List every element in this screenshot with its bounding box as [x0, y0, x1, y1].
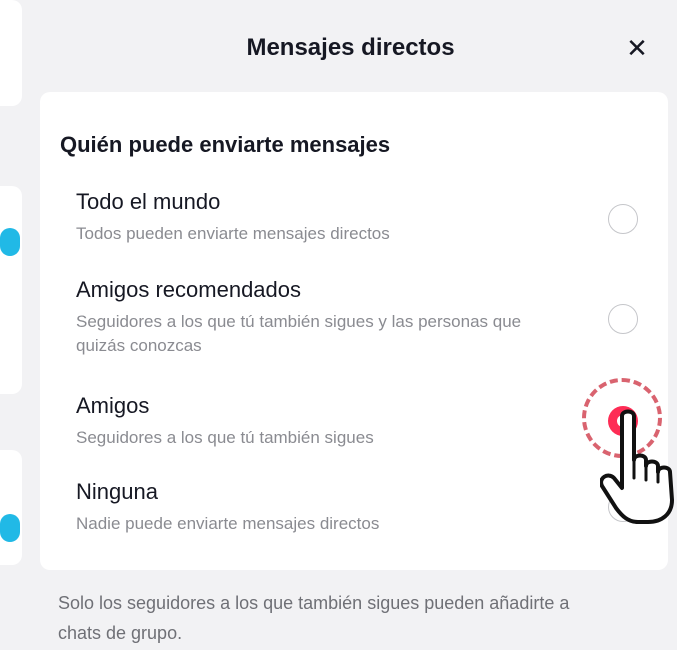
- background-card-3: [0, 450, 22, 565]
- option-friends[interactable]: Amigos Seguidores a los que tú también s…: [76, 392, 668, 450]
- direct-messages-sheet: Mensajes directos ✕ Quién puede enviarte…: [24, 12, 677, 650]
- background-card-2: [0, 186, 22, 394]
- sheet-title: Mensajes directos: [246, 34, 455, 61]
- option-label: Ninguna: [76, 479, 158, 504]
- footer-note: Solo los seguidores a los que también si…: [58, 593, 570, 643]
- option-label: Amigos: [76, 393, 150, 418]
- option-label: Amigos recomendados: [76, 277, 302, 302]
- sheet-header: Mensajes directos ✕: [24, 12, 677, 90]
- hand-pointer-icon: [600, 409, 674, 524]
- option-label: Todo el mundo: [76, 189, 221, 214]
- close-icon: ✕: [626, 33, 648, 63]
- radio-everyone[interactable]: [608, 204, 638, 234]
- radio-suggested-friends[interactable]: [608, 304, 638, 334]
- section-title: Quién puede enviarte mensajes: [60, 132, 391, 157]
- options-card: Quién puede enviarte mensajes Todo el mu…: [40, 92, 668, 570]
- option-everyone[interactable]: Todo el mundo Todos pueden enviarte mens…: [76, 188, 668, 246]
- background-card-1: [0, 0, 22, 106]
- option-suggested-friends[interactable]: Amigos recomendados Seguidores a los que…: [76, 276, 668, 358]
- close-button[interactable]: ✕: [621, 32, 653, 64]
- option-description: Todos pueden enviarte mensajes directos: [76, 224, 390, 243]
- background-toggle-1: [0, 228, 20, 256]
- option-description: Seguidores a los que tú también sigues y…: [76, 312, 522, 355]
- option-description: Nadie puede enviarte mensajes directos: [76, 514, 380, 533]
- option-none[interactable]: Ninguna Nadie puede enviarte mensajes di…: [76, 478, 668, 536]
- background-toggle-2: [0, 514, 20, 542]
- option-description: Seguidores a los que tú también sigues: [76, 428, 374, 447]
